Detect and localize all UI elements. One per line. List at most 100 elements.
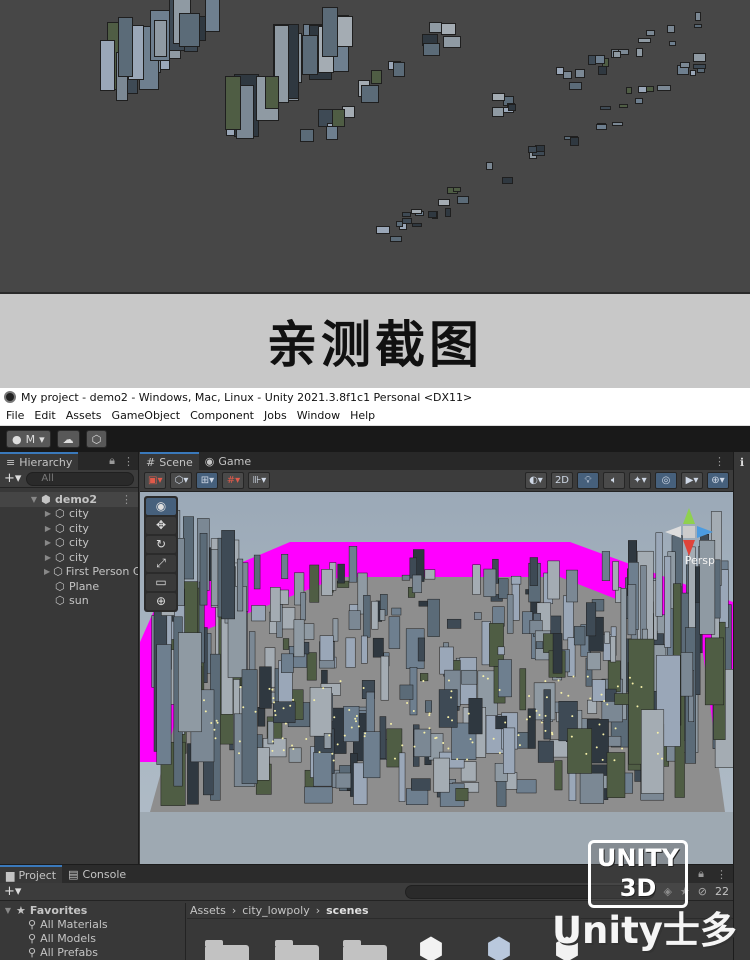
scene-viewport[interactable]: ◉ ✥ ↻ ⤢ ▭ ⊕ Persp xyxy=(140,492,733,864)
tab-project[interactable]: ▆ Project xyxy=(0,865,63,883)
hierarchy-item-label: First Person C xyxy=(65,565,138,579)
city-building xyxy=(535,641,544,649)
menu-gameobject[interactable]: GameObject xyxy=(112,409,181,422)
more-menu-icon[interactable]: ⋮ xyxy=(119,455,138,468)
menu-assets[interactable]: Assets xyxy=(66,409,102,422)
hierarchy-item-label: city xyxy=(69,521,89,535)
favorite-item[interactable]: ⚲ All Materials xyxy=(0,917,185,931)
expand-arrow-icon[interactable]: ▼ xyxy=(4,906,12,915)
menu-file[interactable]: File xyxy=(6,409,24,422)
city-building xyxy=(455,788,469,802)
hierarchy-item[interactable]: ▶ ⬡ city xyxy=(0,507,138,522)
hierarchy-item[interactable]: ▶ ⬡ city xyxy=(0,536,138,551)
grid-icon: # xyxy=(146,455,156,469)
hierarchy-item[interactable]: ⬡ Plane xyxy=(0,579,138,594)
hierarchy-item[interactable]: ▶ ⬡ city xyxy=(0,521,138,536)
audio-toggle[interactable]: 🔈︎ xyxy=(603,472,625,489)
city-building xyxy=(427,598,440,637)
building-model xyxy=(225,76,242,131)
folder-icon[interactable] xyxy=(343,940,387,960)
street-light xyxy=(550,731,553,734)
render-mode-button[interactable]: ◐▾ xyxy=(524,472,547,489)
expand-arrow-icon[interactable]: ▶ xyxy=(44,553,52,562)
tab-scene[interactable]: # Scene xyxy=(140,452,199,470)
window-title: My project - demo2 - Windows, Mac, Linux… xyxy=(21,390,473,404)
expand-arrow-icon[interactable]: ▶ xyxy=(44,509,52,518)
rect-tool-icon[interactable]: ▭ xyxy=(146,574,176,591)
street-light xyxy=(412,709,415,712)
menu-window[interactable]: Window xyxy=(297,409,340,422)
create-button[interactable]: +▾ xyxy=(4,884,21,899)
scene-row[interactable]: ▼ ⬢ demo2 ⋮ xyxy=(0,492,138,507)
increment-snap-button[interactable]: ⊪▾ xyxy=(248,472,271,489)
folder-icon[interactable] xyxy=(205,940,249,960)
hierarchy-search-input[interactable]: All xyxy=(26,471,134,486)
street-light xyxy=(215,719,218,722)
city-building xyxy=(472,564,481,595)
menu-component[interactable]: Component xyxy=(190,409,254,422)
toggle-2d-button[interactable]: 2D xyxy=(550,472,573,489)
favorite-item[interactable]: ⚲ All Prefabs xyxy=(0,945,185,959)
effects-button[interactable]: ✦▾ xyxy=(629,472,651,489)
expand-arrow-icon[interactable]: ▶ xyxy=(44,567,50,576)
lock-icon[interactable]: 🔒︎ xyxy=(692,867,710,881)
menu-help[interactable]: Help xyxy=(350,409,375,422)
hierarchy-item[interactable]: ▶ ⬡ city xyxy=(0,550,138,565)
pivot-button[interactable]: ⊞▾ xyxy=(196,472,219,489)
breadcrumb-item[interactable]: scenes xyxy=(326,904,368,917)
transform-tool-icon[interactable]: ⊕ xyxy=(146,593,176,610)
cloud-button[interactable]: ☁ xyxy=(56,430,80,448)
favorites-header[interactable]: ▼ ★ Favorites xyxy=(0,903,185,917)
favorite-item[interactable]: ⚲ All Models xyxy=(0,931,185,945)
scene-menu-icon[interactable]: ⋮ xyxy=(121,493,138,506)
building-model xyxy=(507,103,517,112)
street-light xyxy=(492,737,495,740)
move-tool-icon[interactable]: ✥ xyxy=(146,517,176,534)
more-menu-icon[interactable]: ⋮ xyxy=(710,868,733,881)
street-light xyxy=(613,759,616,762)
hidden-packages-icon[interactable]: ⊘ xyxy=(698,885,707,898)
lock-icon[interactable]: 🔒︎ xyxy=(105,454,119,468)
tab-console[interactable]: ▤ Console xyxy=(62,865,132,883)
orientation-gizmo[interactable]: Persp xyxy=(659,502,719,572)
building-model xyxy=(597,66,607,75)
shading-button[interactable]: ⬡▾ xyxy=(170,472,193,489)
menu-edit[interactable]: Edit xyxy=(34,409,55,422)
snap-button[interactable]: #▾ xyxy=(222,472,245,489)
gizmos-button[interactable]: ⊕▾ xyxy=(707,472,729,489)
hierarchy-item[interactable]: ⬡ sun xyxy=(0,594,138,609)
visibility-toggle[interactable]: ◎ xyxy=(655,472,677,489)
unity-scene-icon[interactable]: ⬢ xyxy=(411,935,451,960)
menu-jobs[interactable]: Jobs xyxy=(264,409,287,422)
street-light xyxy=(628,676,631,679)
tab-game[interactable]: ◉ Game xyxy=(199,452,257,470)
view-tool-icon[interactable]: ◉ xyxy=(146,498,176,515)
account-button[interactable]: ● M ▾ xyxy=(6,430,51,448)
scale-tool-icon[interactable]: ⤢ xyxy=(146,555,176,572)
more-menu-icon[interactable]: ⋮ xyxy=(706,455,733,468)
tab-hierarchy[interactable]: ≡ Hierarchy xyxy=(0,452,79,470)
expand-arrow-icon[interactable]: ▼ xyxy=(30,495,38,504)
collab-button[interactable]: ⬡ xyxy=(85,430,108,448)
street-light xyxy=(636,705,639,708)
building-model xyxy=(457,195,469,204)
expand-arrow-icon[interactable]: ▶ xyxy=(44,524,52,533)
unity-scene-icon[interactable]: ⬢ xyxy=(479,935,519,960)
city-building xyxy=(348,546,358,583)
draw-mode-button[interactable]: ▣▾ xyxy=(144,472,167,489)
street-light xyxy=(428,727,431,730)
camera-button[interactable]: ▶▾ xyxy=(681,472,703,489)
lighting-toggle[interactable]: 💡︎ xyxy=(577,472,599,489)
expand-arrow-icon[interactable]: ▶ xyxy=(44,538,52,547)
tab-project-label: Project xyxy=(18,868,57,882)
view-mode-label[interactable]: Persp xyxy=(685,554,715,567)
rotate-tool-icon[interactable]: ↻ xyxy=(146,536,176,553)
folder-icon[interactable] xyxy=(275,940,319,960)
add-button[interactable]: +▾ xyxy=(4,471,21,486)
hierarchy-item[interactable]: ▶ ⬡ First Person C xyxy=(0,565,138,580)
info-icon[interactable]: ℹ xyxy=(734,456,750,469)
breadcrumb-item[interactable]: city_lowpoly xyxy=(242,904,310,917)
street-light xyxy=(656,752,659,755)
street-light xyxy=(442,741,445,744)
breadcrumb-item[interactable]: Assets xyxy=(190,904,226,917)
